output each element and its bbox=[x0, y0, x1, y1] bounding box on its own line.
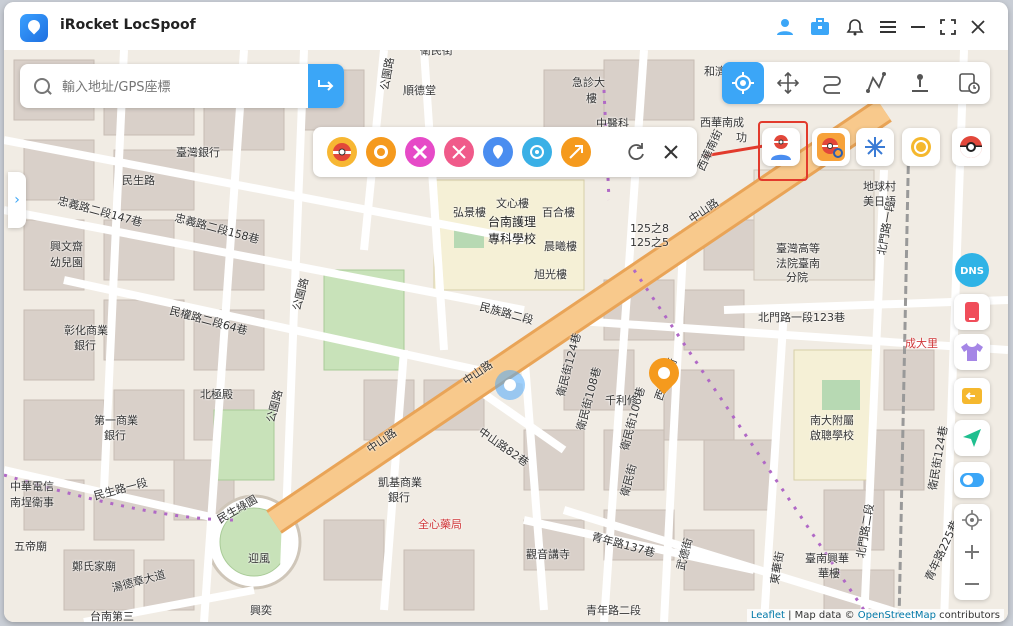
nest-icon[interactable] bbox=[561, 137, 591, 167]
map-label: 興文齋 bbox=[50, 240, 83, 253]
search-box bbox=[20, 64, 344, 108]
map-label: 125之5 bbox=[630, 236, 669, 249]
map-label: 迎風 bbox=[248, 552, 270, 565]
bell-icon[interactable] bbox=[844, 16, 866, 38]
map-label: 青年路二段 bbox=[586, 604, 641, 617]
map-label: 幼兒園 bbox=[50, 256, 83, 269]
map-label: 晨曦樓 bbox=[544, 240, 577, 253]
map-label: 中華電信 bbox=[10, 480, 54, 493]
zoom-controls bbox=[954, 504, 990, 600]
app-logo-icon bbox=[20, 14, 48, 42]
teleport-mode-button[interactable] bbox=[722, 62, 764, 104]
map-label: 臺灣高等 bbox=[776, 242, 820, 255]
map-label: 華樓 bbox=[818, 567, 840, 580]
map-label: 南大附屬 bbox=[810, 414, 854, 427]
locate-me-button[interactable] bbox=[954, 504, 990, 536]
map-label: 南埕衛事 bbox=[10, 496, 54, 509]
scan-icon[interactable] bbox=[522, 137, 552, 167]
map-label: 凱基商業 bbox=[378, 476, 422, 489]
dns-button[interactable]: DNS bbox=[954, 252, 990, 288]
map-label: 民生路 bbox=[122, 174, 155, 187]
mode-toolbar bbox=[722, 62, 990, 104]
app-title: iRocket LocSpoof bbox=[60, 17, 196, 33]
map-label: 彰化商業 bbox=[64, 324, 108, 337]
map-label: 衛民街 bbox=[420, 50, 453, 57]
map-label: 北門路一段123巷 bbox=[758, 311, 845, 324]
svg-text:DNS: DNS bbox=[960, 266, 984, 277]
current-location-icon[interactable] bbox=[495, 370, 525, 400]
pokeball-search-button[interactable] bbox=[812, 128, 850, 166]
map-label: 樓 bbox=[586, 92, 597, 105]
map-label: 臺南興華 bbox=[805, 552, 849, 565]
menu-icon[interactable] bbox=[877, 16, 899, 38]
map-label: 百合樓 bbox=[542, 206, 575, 219]
highlight-frame bbox=[758, 121, 808, 181]
device-button[interactable] bbox=[954, 294, 990, 330]
osm-link[interactable]: OpenStreetMap bbox=[858, 610, 936, 621]
shirt-button[interactable] bbox=[954, 334, 990, 370]
map-label: 觀音講寺 bbox=[526, 548, 570, 561]
pokeball-button[interactable] bbox=[952, 128, 990, 166]
search-icon bbox=[34, 78, 50, 94]
close-toolbar-icon[interactable] bbox=[656, 137, 686, 167]
send-button[interactable] bbox=[954, 420, 990, 456]
title-bar: iRocket LocSpoof bbox=[4, 2, 1008, 50]
map-label: 臺灣銀行 bbox=[176, 146, 220, 159]
jump-teleport-mode-button[interactable] bbox=[899, 62, 941, 104]
coin-button[interactable] bbox=[902, 128, 940, 166]
import-button[interactable] bbox=[954, 378, 990, 414]
map-label: 五帝廟 bbox=[14, 540, 47, 553]
map-label: 啟聰學校 bbox=[810, 429, 854, 442]
map-label: 地球村 bbox=[863, 180, 896, 193]
map-label: 文心樓 bbox=[496, 197, 529, 210]
user-icon[interactable] bbox=[774, 16, 796, 38]
route-pin-icon[interactable] bbox=[483, 137, 513, 167]
map-label: 銀行 bbox=[104, 429, 126, 442]
map-label: 西華南成 bbox=[700, 116, 744, 129]
snowflake-button[interactable] bbox=[856, 128, 894, 166]
map-label: 順德堂 bbox=[403, 84, 436, 97]
map-label: 成大里 bbox=[905, 337, 938, 350]
map-attribution: Leaflet | Map data © OpenStreetMap contr… bbox=[746, 609, 1004, 622]
map-label: 銀行 bbox=[74, 339, 96, 352]
map-label: 全心藥局 bbox=[418, 518, 462, 531]
leaflet-link[interactable]: Leaflet bbox=[751, 610, 785, 621]
map-label: 功 bbox=[736, 131, 747, 144]
map-label: 旭光樓 bbox=[534, 268, 567, 281]
close-icon[interactable] bbox=[967, 16, 989, 38]
attribution-suffix: contributors bbox=[936, 610, 1000, 621]
multi-spot-mode-button[interactable] bbox=[855, 62, 897, 104]
pvp-icon[interactable] bbox=[444, 137, 474, 167]
zoom-out-button[interactable] bbox=[954, 568, 990, 600]
map-label: 弘景樓 bbox=[453, 206, 486, 219]
joystick-mode-button[interactable] bbox=[767, 62, 809, 104]
raid-icon[interactable] bbox=[366, 137, 396, 167]
search-input[interactable] bbox=[60, 74, 294, 100]
toolbox-icon[interactable] bbox=[809, 16, 831, 38]
map-label: 興奕 bbox=[250, 604, 272, 617]
feature-toolbar bbox=[313, 127, 697, 177]
map-label: 第一商業 bbox=[94, 414, 138, 427]
toggle-button[interactable] bbox=[954, 462, 990, 498]
pokemon-catch-icon[interactable] bbox=[327, 137, 357, 167]
minimize-icon[interactable] bbox=[907, 16, 929, 38]
map-label: 千利修 bbox=[605, 394, 638, 407]
history-button[interactable] bbox=[948, 62, 990, 104]
refresh-icon[interactable] bbox=[621, 137, 651, 167]
two-spot-mode-button[interactable] bbox=[811, 62, 853, 104]
map-label: 鄭氏家廟 bbox=[72, 560, 116, 573]
map-label: 北極殿 bbox=[200, 388, 233, 401]
battle-icon[interactable] bbox=[405, 137, 435, 167]
attribution-sep: | Map data © bbox=[784, 610, 858, 621]
map-label: 銀行 bbox=[388, 491, 410, 504]
map-label: 專科學校 bbox=[488, 232, 537, 246]
map-label: 分院 bbox=[786, 271, 808, 284]
zoom-in-button[interactable] bbox=[954, 536, 990, 568]
maximize-icon[interactable] bbox=[937, 16, 959, 38]
map-label: 急診大 bbox=[572, 76, 605, 89]
search-go-button[interactable] bbox=[308, 64, 344, 108]
expand-panel-button[interactable]: › bbox=[8, 172, 26, 228]
map-label: 台南第三 bbox=[90, 610, 134, 622]
map-label: 台南護理 bbox=[488, 215, 537, 229]
